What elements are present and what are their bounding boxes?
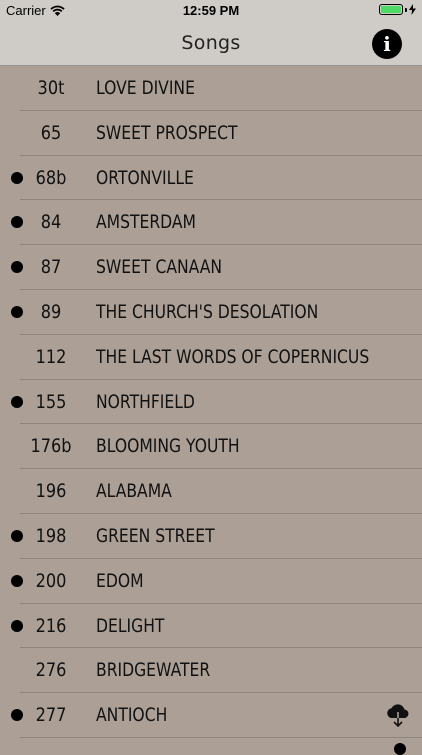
- song-number: 155: [35, 390, 67, 413]
- song-name: BRIDGEWATER: [96, 659, 211, 682]
- selected-dot-icon: [11, 574, 23, 587]
- song-name: ALABAMA: [96, 480, 172, 503]
- song-number: 89: [40, 300, 62, 323]
- song-row[interactable]: 276 BRIDGEWATER: [0, 648, 422, 693]
- status-bar: Carrier 12:59 PM: [0, 0, 422, 22]
- cloud-download-icon[interactable]: [384, 701, 412, 729]
- info-icon: i: [383, 32, 391, 56]
- page-title: Songs: [181, 32, 241, 54]
- song-list[interactable]: 30t LOVE DIVINE 65 SWEET PROSPECT 68b ORTONVI…: [0, 66, 422, 750]
- song-name: ANTIOCH: [96, 704, 168, 727]
- song-row[interactable]: 112 THE LAST WORDS OF COPERNICUS: [0, 335, 422, 380]
- song-number: 84: [40, 211, 62, 234]
- info-button[interactable]: i: [372, 29, 402, 59]
- song-number: 30t: [37, 77, 65, 99]
- song-row[interactable]: 89 THE CHURCH'S DESOLATION: [0, 290, 422, 335]
- song-name: NORTHFIELD: [96, 390, 195, 413]
- song-row[interactable]: 87 SWEET CANAAN: [0, 245, 422, 290]
- song-name: SWEET CANAAN: [96, 256, 223, 279]
- selected-dot-icon: [11, 171, 23, 184]
- navigation-bar: Songs i: [0, 22, 422, 66]
- charging-bolt-icon: [409, 4, 416, 15]
- song-number: 198: [35, 524, 67, 547]
- battery-nub: [405, 7, 407, 12]
- selected-dot-icon: [11, 216, 23, 229]
- song-name: EDOM: [96, 569, 144, 592]
- song-row[interactable]: 198 GREEN STREET: [0, 514, 422, 559]
- song-row[interactable]: 196 ALABAMA: [0, 469, 422, 514]
- battery-indicator: [379, 4, 416, 15]
- song-row[interactable]: 84 AMSTERDAM: [0, 200, 422, 245]
- song-number: 200: [35, 569, 67, 592]
- song-number: 216: [35, 614, 67, 637]
- song-row[interactable]: 277 ANTIOCH: [0, 693, 422, 738]
- song-number: 112: [35, 345, 67, 368]
- selected-dot-icon: [11, 619, 23, 632]
- next-row-dot: [394, 743, 406, 755]
- battery-fill: [381, 6, 401, 13]
- song-row[interactable]: 200 EDOM: [0, 559, 422, 604]
- selected-dot-icon: [11, 529, 23, 542]
- song-row[interactable]: 155 NORTHFIELD: [0, 380, 422, 425]
- song-number: 277: [35, 704, 67, 727]
- song-number: 276: [35, 659, 67, 682]
- song-name: BLOOMING YOUTH: [96, 435, 240, 458]
- selected-dot-icon: [11, 261, 23, 274]
- selected-dot-icon: [11, 395, 23, 408]
- song-row[interactable]: 216 DELIGHT: [0, 604, 422, 649]
- song-name: LOVE DIVINE: [96, 77, 195, 99]
- song-name: AMSTERDAM: [96, 211, 197, 234]
- song-number: 65: [40, 121, 62, 144]
- selected-dot-icon: [11, 709, 23, 722]
- song-row[interactable]: 176b BLOOMING YOUTH: [0, 424, 422, 469]
- song-name: THE CHURCH'S DESOLATION: [96, 300, 319, 323]
- song-name: THE LAST WORDS OF COPERNICUS: [96, 345, 370, 368]
- song-name: SWEET PROSPECT: [96, 121, 238, 144]
- song-number: 68b: [35, 166, 67, 189]
- song-name: GREEN STREET: [96, 524, 215, 547]
- song-name: DELIGHT: [96, 614, 165, 637]
- song-name: ORTONVILLE: [96, 166, 194, 189]
- song-number: 87: [40, 256, 62, 279]
- status-time: 12:59 PM: [182, 3, 240, 18]
- selected-dot-icon: [11, 305, 23, 318]
- song-row[interactable]: 30t LOVE DIVINE: [0, 66, 422, 111]
- battery-icon: [379, 4, 403, 15]
- song-number: 196: [35, 480, 67, 503]
- song-row[interactable]: 68b ORTONVILLE: [0, 156, 422, 201]
- song-number: 176b: [30, 435, 72, 458]
- song-row[interactable]: 65 SWEET PROSPECT: [0, 111, 422, 156]
